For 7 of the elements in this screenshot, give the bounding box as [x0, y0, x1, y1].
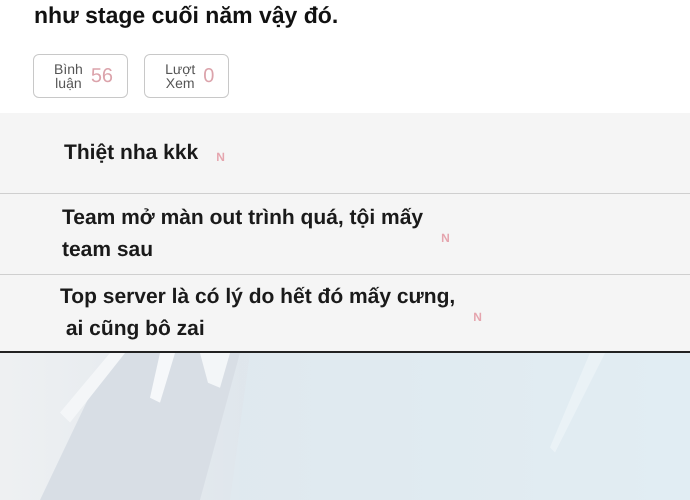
new-label: N [216, 150, 225, 164]
comment-text: Top server là có lý do hết đó mấy cưng, ai cũng bô zai [60, 284, 456, 342]
post-text: như stage cuối năm vậy đó. [33, 1, 338, 30]
new-label: N [441, 231, 450, 245]
comment-text: Team mở màn out trình quá, tội mấy team sau [62, 205, 424, 263]
comment-text: Thiệt nha kkk [64, 140, 198, 166]
new-label: N [473, 310, 482, 324]
